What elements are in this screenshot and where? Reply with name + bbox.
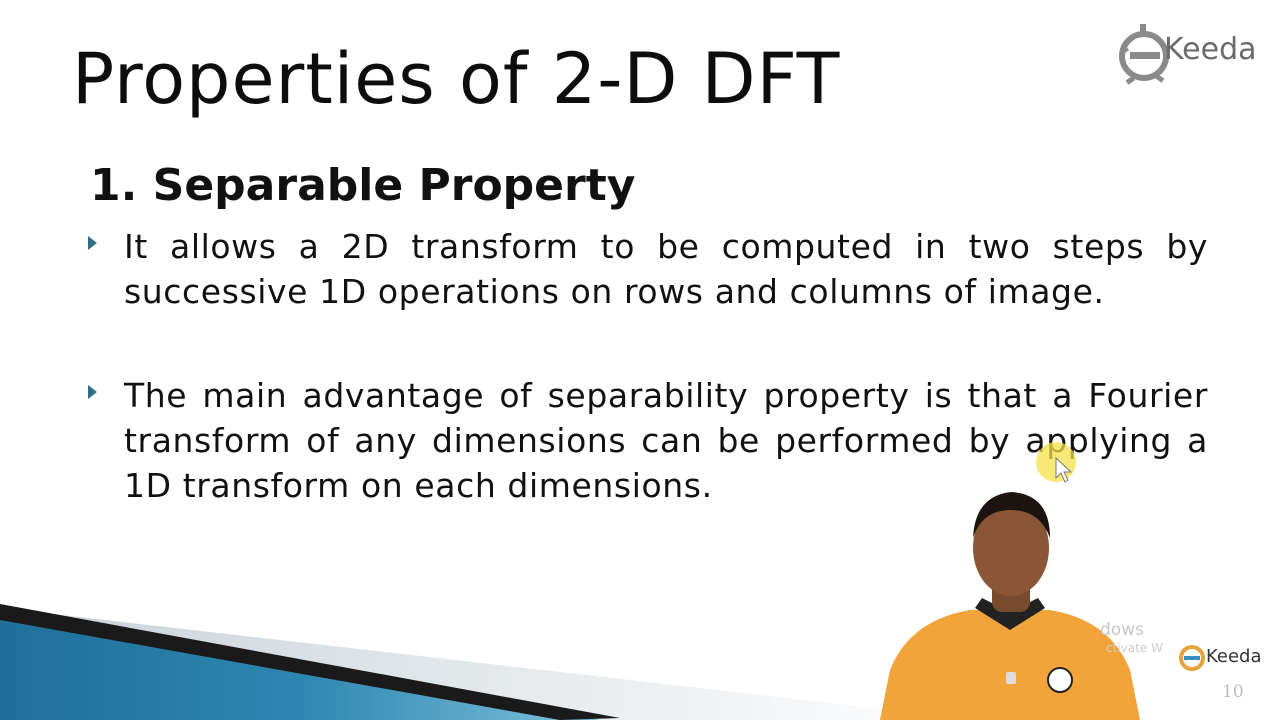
bullet-text: It allows a 2D transform to be computed … xyxy=(124,227,1208,311)
presenter-video xyxy=(880,492,1140,720)
slide: Properties of 2-D DFT Keeda 1. Separable… xyxy=(0,0,1280,720)
mouse-pointer-icon xyxy=(1036,442,1076,483)
bullet-item: It allows a 2D transform to be computed … xyxy=(88,224,1208,314)
section-heading: 1. Separable Property xyxy=(90,160,636,211)
activate-windows-watermark-sub: ctivate W xyxy=(1106,641,1163,655)
triangle-right-icon xyxy=(88,236,97,250)
slide-decoration xyxy=(0,604,980,720)
page-number: 10 xyxy=(1222,682,1244,702)
activate-windows-watermark: dows xyxy=(1100,620,1144,640)
logo-small-text: Keeda xyxy=(1206,646,1262,667)
logo-text: Keeda xyxy=(1164,32,1257,67)
triangle-right-icon xyxy=(88,385,97,399)
slide-title: Properties of 2-D DFT xyxy=(72,38,841,120)
